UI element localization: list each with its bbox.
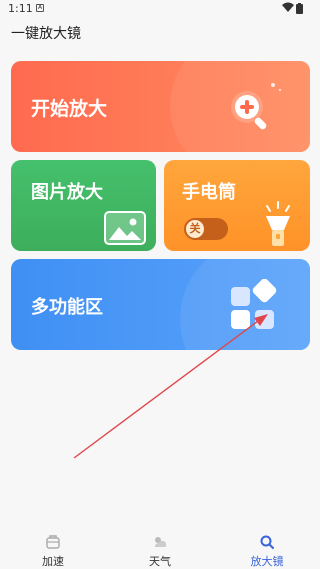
status-bar: 1:11 A <box>0 0 320 16</box>
start-magnify-label: 开始放大 <box>31 98 108 120</box>
tab-speedup[interactable]: 加速 <box>13 524 93 569</box>
toggle-knob: 关 <box>186 220 204 238</box>
tab-magnifier[interactable]: 放大镜 <box>227 524 307 569</box>
magnifier-plus-icon <box>231 83 282 130</box>
flashlight-label: 手电筒 <box>182 182 236 203</box>
multi-function-card[interactable]: 多功能区 <box>11 259 310 350</box>
battery-icon <box>296 3 303 14</box>
notification-app-icon: A <box>36 4 44 12</box>
start-magnify-card[interactable]: 开始放大 <box>11 61 310 152</box>
flashlight-icon <box>266 201 290 246</box>
tab-label: 加速 <box>42 555 64 568</box>
wifi-icon <box>282 2 294 12</box>
flashlight-toggle[interactable]: 关 <box>184 218 228 240</box>
picture-magnify-card[interactable]: 图片放大 <box>11 160 156 251</box>
status-time: 1:11 <box>8 2 33 15</box>
apps-grid-icon <box>231 279 277 329</box>
magnifier-icon <box>260 535 274 549</box>
tab-label: 天气 <box>149 555 171 568</box>
flashlight-card[interactable]: 手电筒 关 <box>164 160 310 251</box>
image-icon <box>104 211 146 245</box>
app-title: 一键放大镜 <box>11 26 81 42</box>
multi-function-label: 多功能区 <box>31 297 103 318</box>
weather-icon <box>155 537 167 547</box>
picture-magnify-label: 图片放大 <box>31 182 103 203</box>
speedup-icon <box>46 535 60 549</box>
bottom-tab-bar: 加速 天气 放大镜 <box>0 524 320 569</box>
tab-weather[interactable]: 天气 <box>120 524 200 569</box>
status-indicators <box>282 2 312 14</box>
tab-label: 放大镜 <box>250 555 284 568</box>
